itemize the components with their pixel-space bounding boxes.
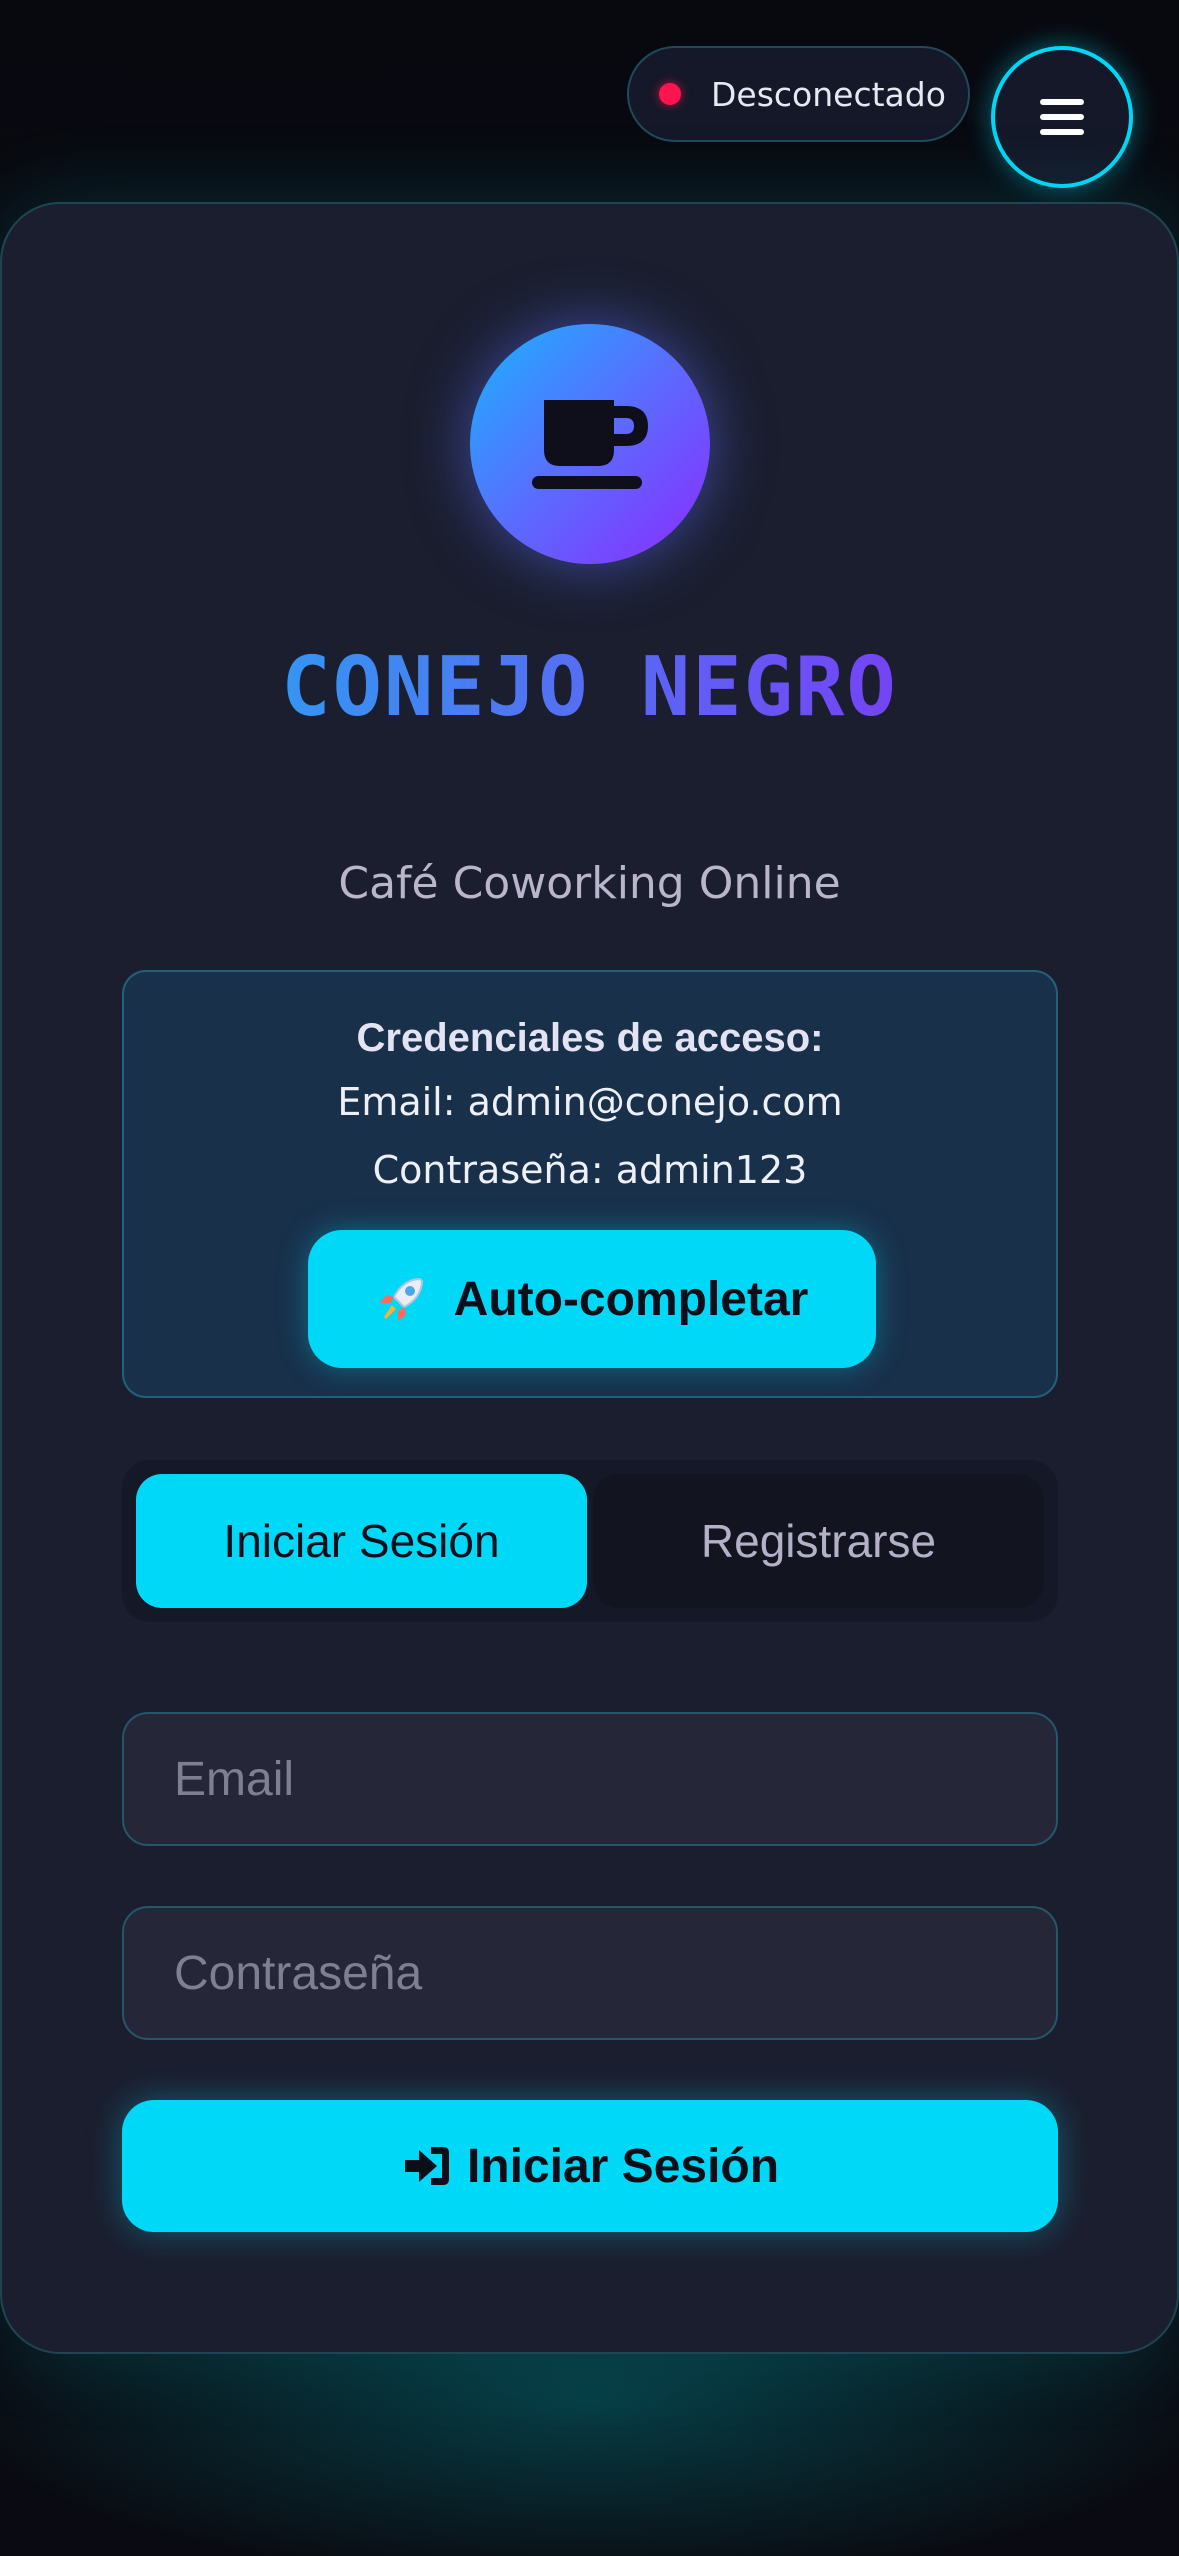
status-text: Desconectado [711,74,946,114]
autofill-button[interactable]: Auto-completar [308,1230,876,1368]
tab-register[interactable]: Registrarse [593,1474,1044,1608]
autofill-label: Auto-completar [453,1272,809,1326]
rocket-icon [376,1273,428,1325]
login-submit-label: Iniciar Sesión [466,2139,780,2193]
status-dot-icon [659,83,681,105]
sign-in-icon [401,2143,453,2189]
hamburger-menu-icon [1040,99,1084,135]
login-submit-button[interactable]: Iniciar Sesión [122,2100,1058,2232]
menu-button[interactable] [991,46,1133,188]
brand-logo [470,324,710,564]
connection-status-badge: Desconectado [627,46,970,142]
credentials-email: Email: admin@conejo.com [337,1080,843,1124]
coffee-cup-icon [532,400,648,489]
credentials-title: Credenciales de acceso: [356,1016,824,1060]
brand-title: CONEJO NEGRO [0,640,1179,735]
tab-login[interactable]: Iniciar Sesión [136,1474,587,1608]
credentials-password: Contraseña: admin123 [372,1148,808,1192]
password-field[interactable] [122,1906,1058,2040]
brand-subtitle: Café Coworking Online [338,858,841,909]
email-field[interactable] [122,1712,1058,1846]
credentials-box: Credenciales de acceso: Email: admin@con… [122,970,1058,1398]
auth-tabs: Iniciar Sesión Registrarse [122,1460,1058,1622]
